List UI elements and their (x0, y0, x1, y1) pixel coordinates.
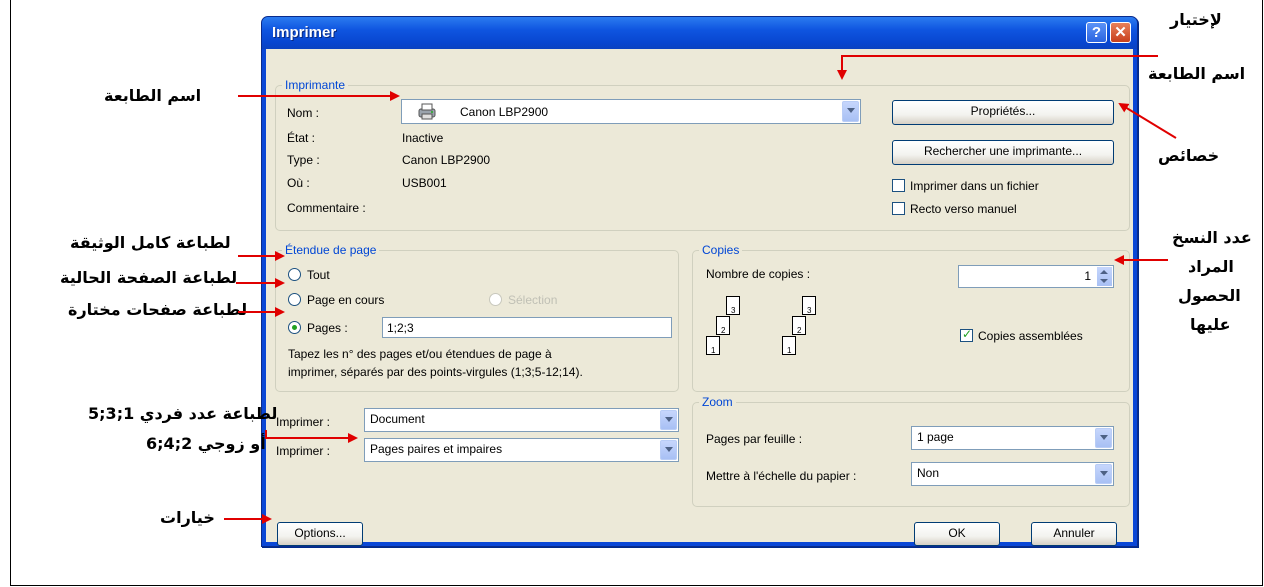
copies-count-spinner[interactable]: 1 (958, 265, 1114, 288)
page-icon-2: 2 (792, 316, 806, 335)
page-icon-2: 2 (716, 316, 730, 335)
chevron-down-icon[interactable] (660, 440, 677, 460)
pages-per-sheet-value: 1 page (917, 430, 954, 444)
collate-label[interactable]: Copies assemblées (978, 329, 1083, 343)
annotation-print-all: لطباعة كامل الوثيقة (70, 233, 231, 252)
page-icon-3: 3 (802, 296, 816, 315)
print-pages-label: Imprimer : (276, 444, 330, 458)
radio-pages[interactable] (288, 321, 301, 334)
close-button[interactable]: ✕ (1110, 22, 1131, 43)
print-to-file-label[interactable]: Imprimer dans un fichier (910, 179, 1039, 193)
print-pages-value: Pages paires et impaires (370, 442, 503, 456)
collate-checkbox[interactable] (960, 327, 973, 342)
chevron-down-icon[interactable] (1095, 464, 1112, 484)
chevron-down-icon[interactable] (660, 410, 677, 430)
printer-state-value: Inactive (402, 131, 444, 145)
printer-comment-label: Commentaire : (287, 201, 366, 215)
printer-name-select[interactable]: Canon LBP2900 (401, 99, 861, 124)
print-to-file-checkbox[interactable] (892, 179, 905, 192)
radio-selection-label[interactable]: Sélection (508, 293, 557, 307)
title-bar[interactable]: Imprimer ? ✕ (262, 17, 1137, 49)
collate-icon: 3 2 1 (706, 296, 766, 366)
page-icon-3: 3 (726, 296, 740, 315)
annotation-options: خيارات (160, 508, 215, 527)
zoom-group: Zoom (692, 395, 1130, 507)
copies-count-value: 1 (1084, 269, 1091, 283)
annotation-copies-2: المراد (1188, 257, 1234, 276)
printer-type-label: Type : (287, 153, 320, 167)
scale-value: Non (917, 466, 940, 480)
dialog-title: Imprimer (272, 24, 337, 41)
radio-pages-label[interactable]: Pages : (307, 321, 348, 335)
print-what-label: Imprimer : (276, 415, 330, 429)
copies-count-label: Nombre de copies : (706, 267, 811, 281)
scale-label: Mettre à l'échelle du papier : (706, 469, 857, 483)
help-button[interactable]: ? (1086, 22, 1107, 43)
scale-select[interactable]: Non (911, 462, 1114, 486)
radio-all-label[interactable]: Tout (307, 268, 330, 282)
pages-hint-line2: imprimer, séparés par des points-virgule… (288, 365, 583, 379)
annotation-odd-even-1: لطباعة عدد فردي 1;3;5 (88, 404, 278, 423)
printer-state-label: État : (287, 131, 316, 145)
annotation-properties: خصائص (1158, 146, 1220, 165)
printer-name-value: Canon LBP2900 (460, 105, 549, 119)
print-what-value: Document (370, 412, 425, 426)
annotation-odd-even-2: أو زوجي 2;4;6 (146, 434, 266, 453)
manual-duplex-checkbox[interactable] (892, 202, 905, 215)
annotation-copies-3: الحصول (1178, 286, 1241, 305)
radio-all[interactable] (288, 268, 301, 281)
page-icon-1: 1 (782, 336, 796, 355)
copies-group-label: Copies (699, 243, 743, 257)
page-range-group-label: Étendue de page (282, 243, 380, 257)
annotation-print-current: لطباعة الصفحة الحالية (60, 268, 238, 287)
pages-hint-line1: Tapez les n° des pages et/ou étendues de… (288, 347, 552, 361)
zoom-group-label: Zoom (699, 395, 736, 409)
manual-duplex-label[interactable]: Recto verso manuel (910, 202, 1017, 216)
ok-button[interactable]: OK (914, 522, 1000, 546)
annotation-printer-name: اسم الطابعة (104, 86, 202, 105)
radio-current-page-label[interactable]: Page en cours (307, 293, 384, 307)
properties-button[interactable]: Propriétés... (892, 100, 1114, 125)
spinner-arrows-icon[interactable] (1097, 267, 1112, 286)
options-button[interactable]: Options... (277, 522, 363, 546)
chevron-down-icon[interactable] (842, 101, 859, 122)
print-what-select[interactable]: Document (364, 408, 679, 432)
print-dialog: Imprimer ? ✕ Imprimante Nom : Canon LBP2… (261, 16, 1138, 547)
pages-input[interactable]: 1;2;3 (382, 317, 672, 338)
print-pages-select[interactable]: Pages paires et impaires (364, 438, 679, 462)
collate-icon: 3 2 1 (782, 296, 842, 366)
printer-where-label: Où : (287, 176, 310, 190)
printer-type-value: Canon LBP2900 (402, 153, 491, 167)
chevron-down-icon[interactable] (1095, 428, 1112, 448)
page-icon-1: 1 (706, 336, 720, 355)
annotation-choose-printer-1: لإختيار (1170, 10, 1222, 29)
find-printer-button[interactable]: Rechercher une imprimante... (892, 140, 1114, 165)
printer-icon (417, 103, 437, 120)
dialog-client: Imprimante Nom : Canon LBP2900 État : In… (266, 49, 1133, 546)
annotation-print-selected: لطباعة صفحات مختارة (68, 300, 248, 319)
annotation-copies-1: عدد النسخ (1172, 228, 1252, 247)
radio-current-page[interactable] (288, 293, 301, 306)
printer-group-label: Imprimante (282, 78, 349, 92)
printer-where-value: USB001 (402, 176, 447, 190)
annotation-copies-4: عليها (1190, 315, 1231, 334)
pages-per-sheet-select[interactable]: 1 page (911, 426, 1114, 450)
pages-per-sheet-label: Pages par feuille : (706, 432, 803, 446)
cancel-button[interactable]: Annuler (1031, 522, 1117, 546)
radio-selection[interactable] (489, 293, 502, 306)
annotation-choose-printer-2: اسم الطابعة (1148, 64, 1246, 83)
printer-name-label: Nom : (287, 106, 320, 120)
